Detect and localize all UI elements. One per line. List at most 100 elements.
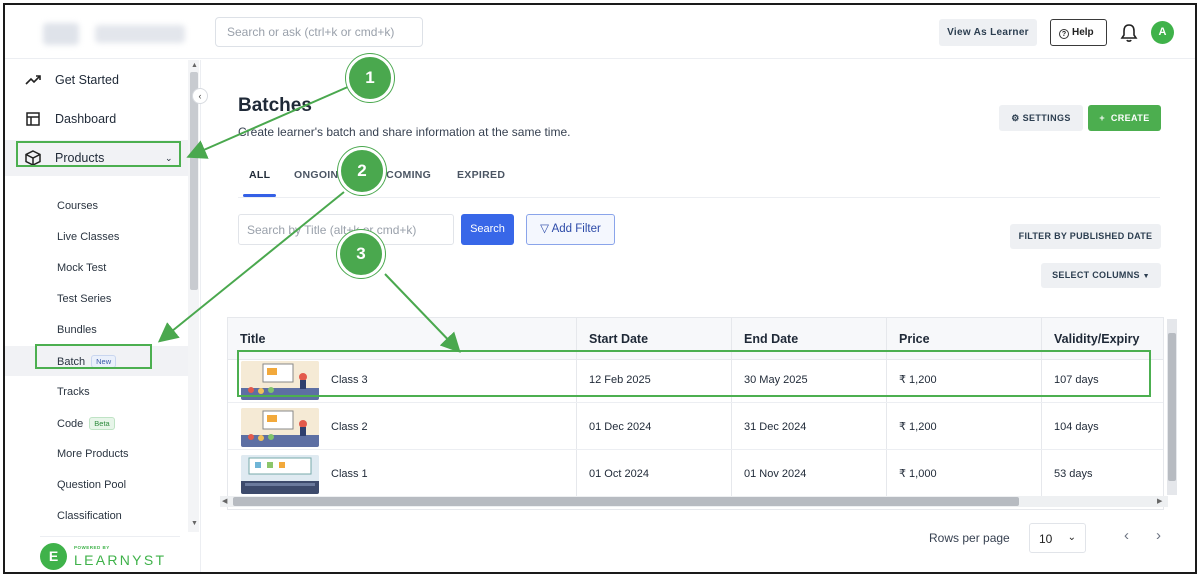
powered-by-logo: E POWERED BY LEARNYST	[40, 536, 180, 572]
notification-bell-icon[interactable]	[1120, 23, 1138, 43]
table-row[interactable]: Class 3 12 Feb 2025 30 May 2025 ₹ 1,200 …	[228, 357, 1163, 403]
scroll-down-icon[interactable]: ▼	[191, 520, 198, 527]
sidebar-item-get-started[interactable]: Get Started	[5, 62, 188, 98]
sidebar-sub-code[interactable]: Code Beta	[57, 417, 115, 430]
collapse-sidebar-button[interactable]: ‹	[192, 88, 208, 104]
sidebar-sub-label: Batch	[57, 356, 86, 368]
step-marker-3: 3	[337, 230, 385, 278]
select-columns-label: SELECT COLUMNS	[1052, 270, 1140, 280]
previous-page-button[interactable]: ‹	[1124, 527, 1129, 544]
org-name	[95, 25, 185, 43]
row-validity: 104 days	[1054, 421, 1099, 433]
box-icon	[25, 150, 41, 166]
row-start-date: 01 Dec 2024	[589, 421, 652, 433]
sidebar-sub-courses[interactable]: Courses	[57, 200, 98, 212]
sidebar-sub-bundles[interactable]: Bundles	[57, 324, 97, 336]
row-end-date: 30 May 2025	[744, 374, 808, 386]
sidebar-sub-tracks[interactable]: Tracks	[57, 386, 90, 398]
row-price: ₹ 1,200	[899, 374, 937, 386]
sidebar-item-products[interactable]: Products ⌄	[5, 140, 188, 176]
settings-button[interactable]: ⚙ SETTINGS	[999, 105, 1083, 131]
org-logo-icon[interactable]	[43, 23, 79, 45]
sidebar-sub-question-pool[interactable]: Question Pool	[57, 479, 126, 491]
search-button[interactable]: Search	[461, 214, 514, 245]
tabs-divider	[238, 197, 1160, 198]
page-title: Batches	[238, 95, 312, 116]
help-label: Help	[1072, 27, 1094, 38]
column-header-validity[interactable]: Validity/Expiry	[1054, 318, 1139, 360]
sidebar-sub-mock-test[interactable]: Mock Test	[57, 262, 106, 274]
new-badge: New	[91, 355, 117, 368]
tab-all[interactable]: ALL	[249, 169, 270, 181]
row-start-date: 12 Feb 2025	[589, 374, 651, 386]
scroll-up-icon[interactable]: ▲	[191, 62, 198, 69]
chevron-down-icon: ⌄	[1067, 532, 1076, 543]
beta-badge: Beta	[89, 417, 115, 430]
column-header-price[interactable]: Price	[899, 318, 930, 360]
step-marker-1: 1	[346, 54, 394, 102]
rows-per-page-select[interactable]: 10 ⌄	[1029, 523, 1086, 553]
filter-published-date-button[interactable]: FILTER BY PUBLISHED DATE	[1010, 224, 1161, 249]
sidebar-sub-batch[interactable]: Batch New	[57, 355, 117, 368]
row-title[interactable]: Class 1	[331, 451, 368, 497]
table-vertical-scroll-thumb[interactable]	[1168, 333, 1176, 481]
row-end-date: 31 Dec 2024	[744, 421, 807, 433]
scroll-right-icon[interactable]: ▶	[1157, 497, 1162, 505]
sidebar-sub-test-series[interactable]: Test Series	[57, 293, 111, 305]
row-price: ₹ 1,000	[899, 468, 937, 480]
add-filter-label: Add Filter	[551, 223, 601, 235]
batch-thumbnail	[241, 455, 319, 494]
scroll-left-icon[interactable]: ◀	[222, 497, 227, 505]
create-button[interactable]: + CREATE	[1088, 105, 1161, 131]
sidebar-item-label: Dashboard	[55, 112, 117, 126]
row-validity: 107 days	[1054, 374, 1099, 386]
rows-per-page-label: Rows per page	[929, 531, 1010, 545]
user-avatar[interactable]: A	[1151, 21, 1174, 44]
view-as-learner-button[interactable]: View As Learner	[939, 19, 1037, 46]
batch-thumbnail	[241, 361, 319, 400]
row-start-date: 01 Oct 2024	[589, 468, 649, 480]
dashboard-icon	[25, 111, 41, 127]
select-columns-button[interactable]: SELECT COLUMNS ▼	[1041, 263, 1161, 288]
row-title[interactable]: Class 2	[331, 404, 368, 450]
help-button[interactable]: ? Help	[1050, 19, 1107, 46]
column-header-end-date[interactable]: End Date	[744, 318, 798, 360]
global-search-input[interactable]: Search or ask (ctrl+k or cmd+k)	[215, 17, 423, 47]
table-header	[228, 318, 1163, 360]
sidebar: Get Started Dashboard Products ⌄ Courses…	[5, 60, 208, 572]
page-subtitle: Create learner's batch and share informa…	[238, 125, 571, 139]
create-label: CREATE	[1110, 113, 1150, 123]
table-horizontal-scroll-thumb[interactable]	[233, 497, 1019, 506]
sidebar-sub-classification[interactable]: Classification	[57, 510, 122, 522]
table-row[interactable]: Class 2 01 Dec 2024 31 Dec 2024 ₹ 1,200 …	[228, 404, 1163, 450]
row-end-date: 01 Nov 2024	[744, 468, 807, 480]
row-validity: 53 days	[1054, 468, 1093, 480]
sidebar-item-label: Products	[55, 151, 105, 165]
learnyst-logo-icon: E	[40, 543, 67, 570]
screenshot-frame: Search or ask (ctrl+k or cmd+k) View As …	[3, 3, 1197, 574]
sidebar-sub-live-classes[interactable]: Live Classes	[57, 231, 119, 243]
powered-by-text: POWERED BY	[74, 545, 110, 550]
brand-name: LEARNYST	[74, 552, 167, 568]
add-filter-button[interactable]: ▽ Add Filter	[526, 214, 615, 245]
sidebar-item-dashboard[interactable]: Dashboard	[5, 101, 188, 137]
table-row[interactable]: Class 1 01 Oct 2024 01 Nov 2024 ₹ 1,000 …	[228, 451, 1163, 497]
rows-per-page-value: 10	[1039, 532, 1053, 546]
sidebar-scroll-thumb[interactable]	[190, 72, 198, 290]
batch-thumbnail	[241, 408, 319, 447]
tab-expired[interactable]: EXPIRED	[457, 169, 505, 181]
next-page-button[interactable]: ›	[1156, 527, 1161, 544]
top-bar: Search or ask (ctrl+k or cmd+k) View As …	[5, 5, 1195, 59]
trending-up-icon	[25, 72, 41, 88]
batches-table: Title Start Date End Date Price Validity…	[227, 317, 1164, 510]
gear-icon: ⚙	[1011, 113, 1020, 123]
row-title[interactable]: Class 3	[331, 357, 368, 403]
sidebar-item-label: Get Started	[55, 73, 119, 87]
plus-icon: +	[1099, 113, 1106, 123]
sidebar-sub-label: Code	[57, 418, 84, 430]
column-header-start-date[interactable]: Start Date	[589, 318, 648, 360]
sidebar-sub-more-products[interactable]: More Products	[57, 448, 129, 460]
column-header-title[interactable]: Title	[240, 318, 265, 360]
chevron-down-icon: ⌄	[165, 152, 173, 163]
chevron-down-icon: ▼	[1142, 273, 1150, 280]
